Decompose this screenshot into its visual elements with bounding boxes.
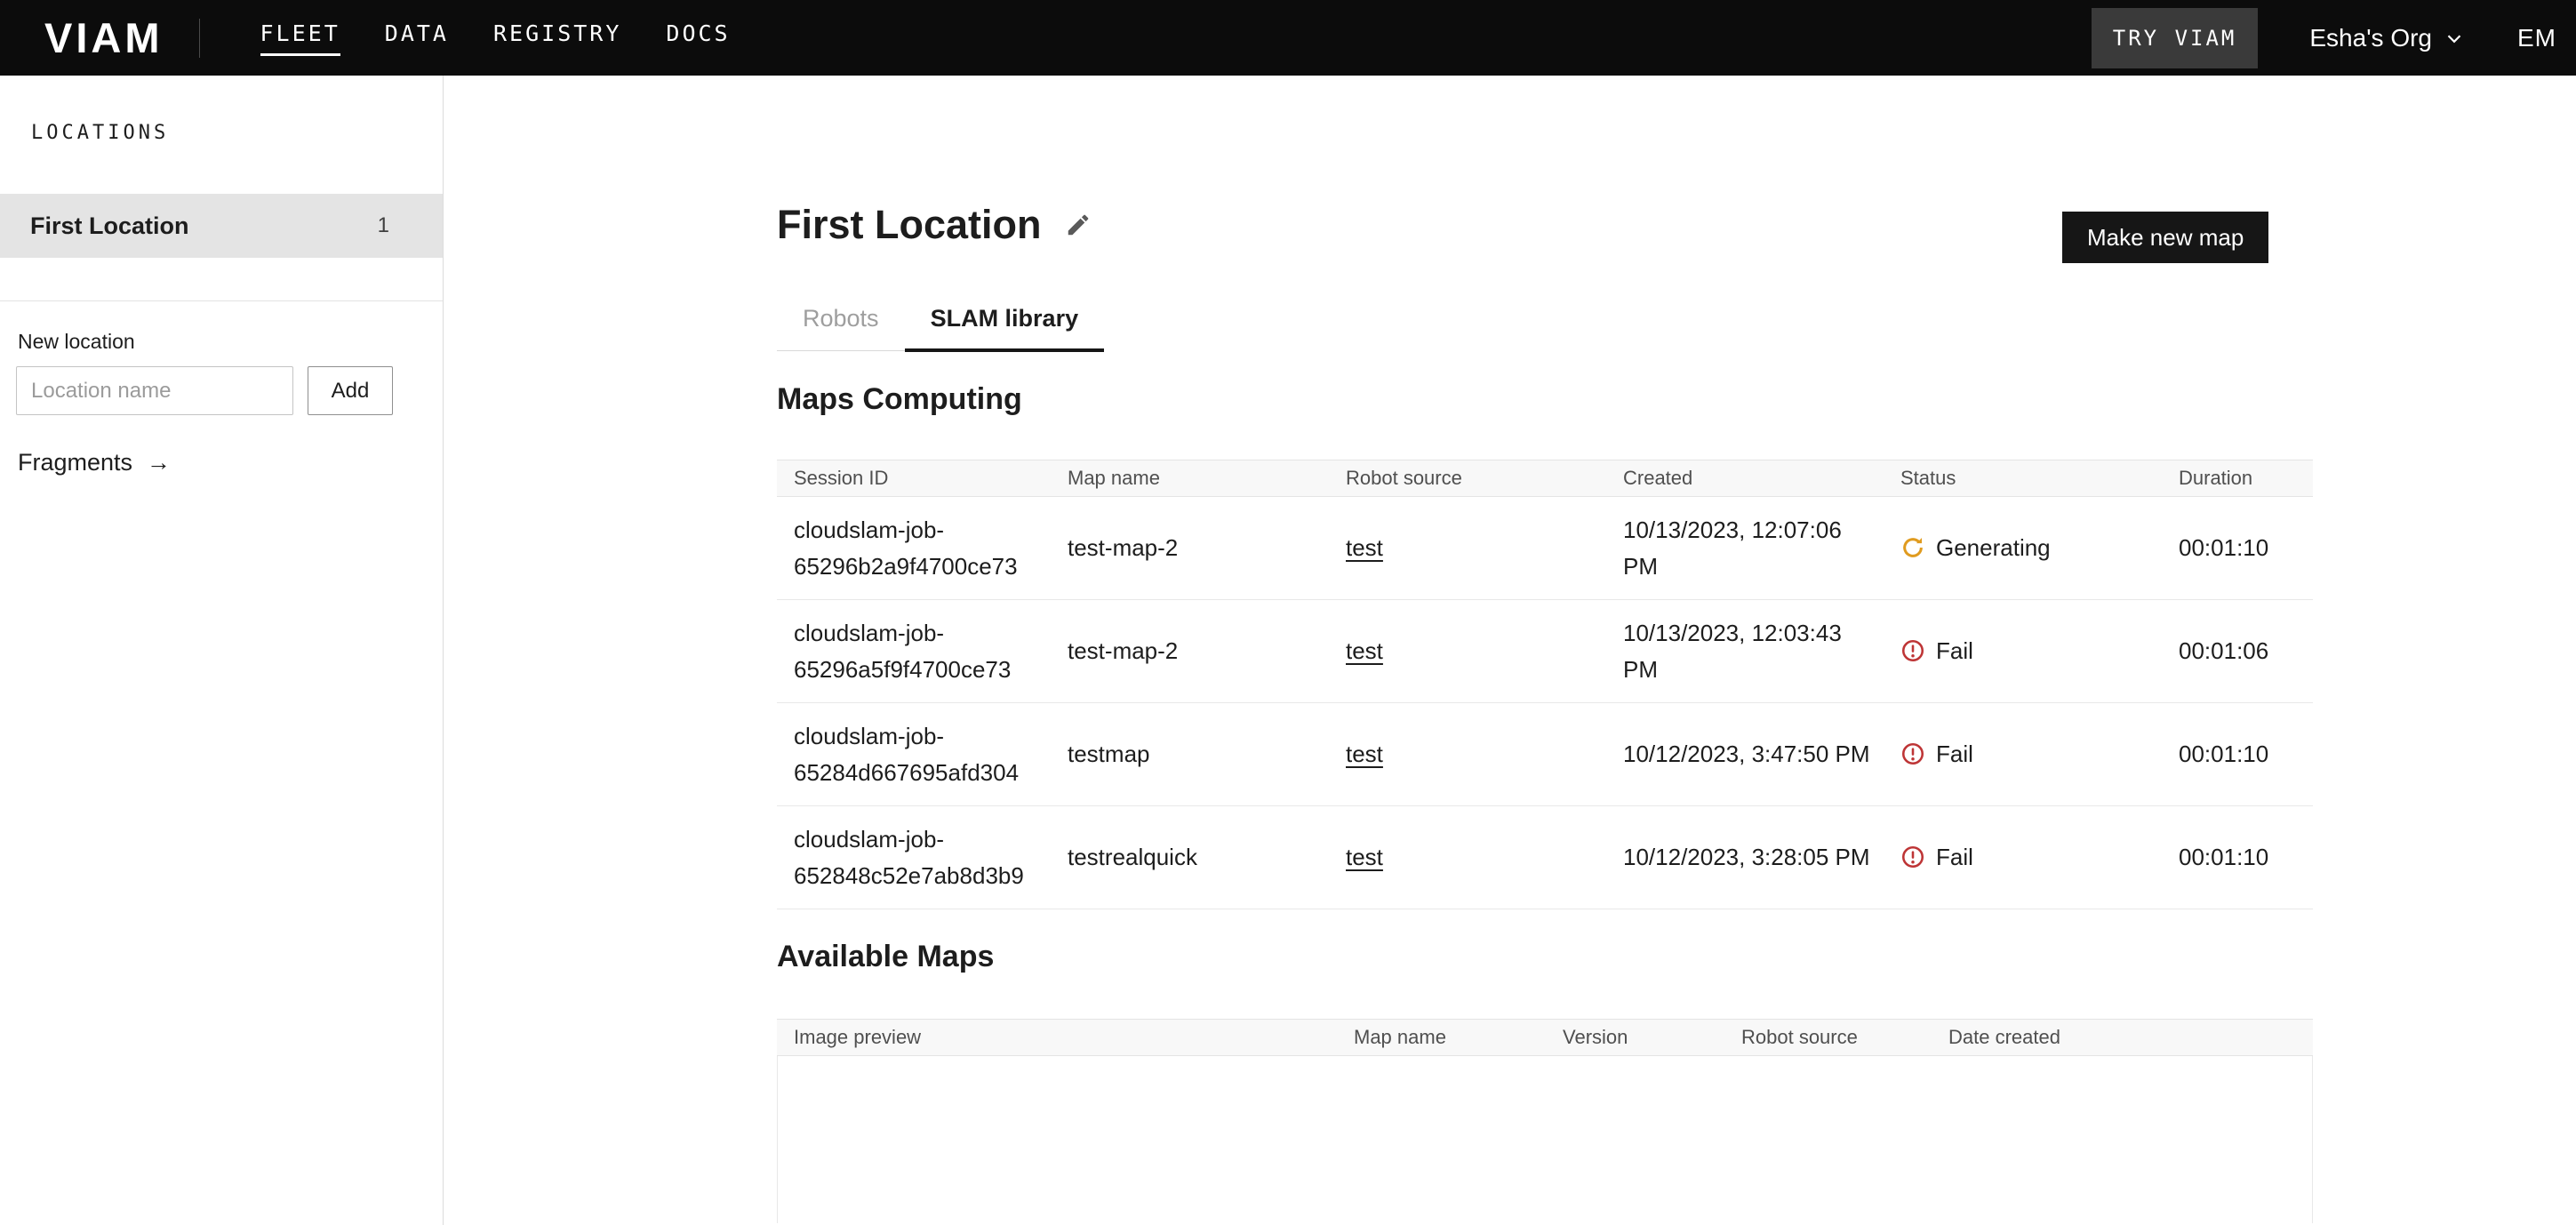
status-label: Fail: [1936, 839, 1973, 875]
column-header-status: Status: [1884, 467, 2162, 490]
pencil-icon: [1065, 212, 1092, 238]
created-cell: 10/12/2023, 3:28:05 PM: [1606, 825, 1884, 889]
table-row: cloudslam-job-65284d667695afd304 testmap…: [777, 703, 2313, 806]
maps-computing-table: Session ID Map name Robot source Created…: [777, 460, 2313, 909]
edit-location-name-button[interactable]: [1065, 212, 1092, 238]
column-header-duration: Duration: [2162, 467, 2313, 490]
sidebar-divider: [0, 300, 443, 301]
table-row: cloudslam-job-65296a5f9f4700ce73 test-ma…: [777, 600, 2313, 703]
created-cell: 10/12/2023, 3:47:50 PM: [1606, 722, 1884, 786]
duration-cell: 00:01:10: [2162, 825, 2313, 889]
primary-nav: FLEET DATA REGISTRY DOCS: [260, 20, 731, 56]
session-id-cell: cloudslam-job-65296b2a9f4700ce73: [777, 498, 1051, 598]
column-header-session-id: Session ID: [777, 467, 1051, 490]
status-cell: Fail: [1884, 722, 2162, 786]
robot-source-link[interactable]: test: [1346, 844, 1383, 870]
navbar-divider: [199, 19, 200, 58]
column-header-map-name: Map name: [1051, 467, 1329, 490]
column-header-created: Created: [1606, 467, 1884, 490]
page-header: First Location: [777, 202, 1092, 248]
map-name-cell: testmap: [1051, 722, 1329, 786]
top-navbar: VIAM FLEET DATA REGISTRY DOCS TRY VIAM E…: [0, 0, 2576, 76]
table-row: cloudslam-job-652848c52e7ab8d3b9 testrea…: [777, 806, 2313, 909]
page-title: First Location: [777, 202, 1042, 248]
column-header-version: Version: [1546, 1026, 1724, 1049]
status-label: Fail: [1936, 633, 1973, 669]
maps-computing-heading: Maps Computing: [777, 382, 1022, 417]
status-label: Fail: [1936, 736, 1973, 772]
robot-source-link[interactable]: test: [1346, 534, 1383, 561]
created-cell: 10/13/2023, 12:07:06 PM: [1606, 498, 1884, 598]
available-maps-table: Image preview Map name Version Robot sou…: [777, 1019, 2313, 1223]
tab-slam-library[interactable]: SLAM library: [905, 305, 1105, 350]
column-header-map-name: Map name: [1337, 1026, 1546, 1049]
main-content: First Location Make new map Robots SLAM …: [444, 76, 2576, 1225]
add-location-button[interactable]: Add: [308, 366, 393, 415]
locations-heading: LOCATIONS: [31, 122, 443, 144]
session-id-cell: cloudslam-job-652848c52e7ab8d3b9: [777, 807, 1051, 908]
created-cell: 10/13/2023, 12:03:43 PM: [1606, 601, 1884, 701]
make-new-map-button[interactable]: Make new map: [2062, 212, 2268, 263]
session-id-cell: cloudslam-job-65296a5f9f4700ce73: [777, 601, 1051, 701]
navbar-right-cluster: TRY VIAM Esha's Org EM: [2092, 8, 2576, 68]
duration-cell: 00:01:06: [2162, 619, 2313, 683]
session-id-cell: cloudslam-job-65284d667695afd304: [777, 704, 1051, 805]
location-name-label: First Location: [30, 212, 189, 240]
status-cell: Fail: [1884, 619, 2162, 683]
location-name-input[interactable]: [16, 366, 293, 415]
status-cell: Fail: [1884, 825, 2162, 889]
column-header-image-preview: Image preview: [777, 1026, 1337, 1049]
map-name-cell: test-map-2: [1051, 619, 1329, 683]
available-maps-empty-body: [777, 1056, 2313, 1223]
maps-computing-header-row: Session ID Map name Robot source Created…: [777, 460, 2313, 497]
fail-icon: [1900, 638, 1925, 663]
new-location-label: New location: [18, 330, 135, 354]
column-header-robot-source: Robot source: [1724, 1026, 1932, 1049]
column-header-robot-source: Robot source: [1329, 467, 1606, 490]
map-name-cell: test-map-2: [1051, 516, 1329, 580]
viam-logo[interactable]: VIAM: [44, 13, 164, 62]
nav-link-docs[interactable]: DOCS: [666, 20, 730, 56]
org-name-label: Esha's Org: [2309, 24, 2432, 52]
fail-icon: [1900, 741, 1925, 766]
fragments-label: Fragments: [18, 449, 132, 476]
robot-source-link[interactable]: test: [1346, 637, 1383, 664]
status-cell: Generating: [1884, 516, 2162, 580]
fail-icon: [1900, 845, 1925, 869]
location-tabs: Robots SLAM library: [777, 305, 1104, 351]
robot-source-link[interactable]: test: [1346, 741, 1383, 767]
available-maps-header-row: Image preview Map name Version Robot sou…: [777, 1019, 2313, 1056]
user-menu[interactable]: EM: [2517, 24, 2556, 52]
tab-robots[interactable]: Robots: [777, 305, 905, 350]
column-header-date-created: Date created: [1932, 1026, 2313, 1049]
map-name-cell: testrealquick: [1051, 825, 1329, 889]
fragments-link[interactable]: Fragments →: [18, 449, 171, 476]
new-location-form: Add: [16, 366, 393, 415]
location-count-badge: 1: [378, 213, 389, 238]
chevron-down-icon: [2443, 27, 2466, 50]
locations-sidebar: LOCATIONS First Location 1 New location …: [0, 76, 444, 1225]
generating-icon: [1900, 535, 1925, 560]
try-viam-button[interactable]: TRY VIAM: [2092, 8, 2259, 68]
nav-link-data[interactable]: DATA: [385, 20, 449, 56]
table-row: cloudslam-job-65296b2a9f4700ce73 test-ma…: [777, 497, 2313, 600]
viam-app-screen: VIAM FLEET DATA REGISTRY DOCS TRY VIAM E…: [0, 0, 2576, 1225]
available-maps-heading: Available Maps: [777, 940, 994, 974]
nav-link-registry[interactable]: REGISTRY: [493, 20, 621, 56]
sidebar-item-first-location[interactable]: First Location 1: [0, 194, 443, 258]
duration-cell: 00:01:10: [2162, 516, 2313, 580]
status-label: Generating: [1936, 530, 2051, 565]
duration-cell: 00:01:10: [2162, 722, 2313, 786]
org-switcher[interactable]: Esha's Org: [2309, 24, 2466, 52]
arrow-right-icon: →: [147, 449, 171, 476]
nav-link-fleet[interactable]: FLEET: [260, 20, 340, 56]
